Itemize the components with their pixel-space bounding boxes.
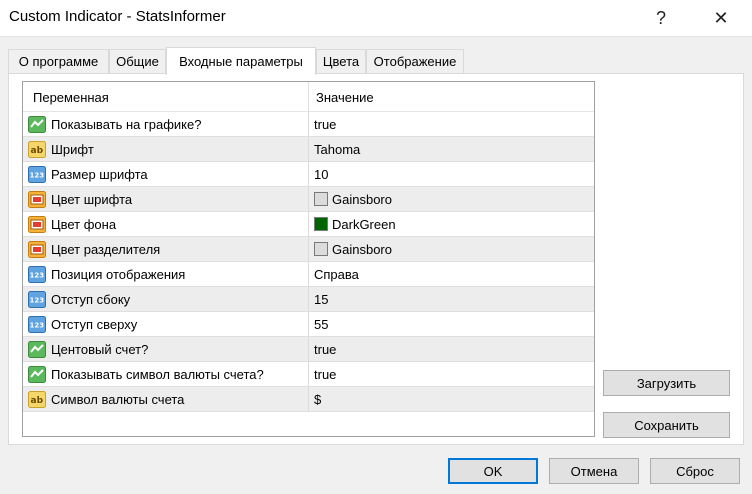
parameter-name: Размер шрифта (51, 167, 148, 182)
grid-row[interactable]: Цвет разделителя Gainsboro (23, 237, 594, 262)
parameter-value[interactable]: 55 (314, 317, 328, 332)
grid-row[interactable]: 123 Позиция отображения Справа (23, 262, 594, 287)
grid-row[interactable]: Показывать символ валюты счета? true (23, 362, 594, 387)
int-icon: 123 (28, 166, 46, 183)
close-button[interactable]: ✕ (698, 0, 744, 36)
tab-colors[interactable]: Цвета (316, 49, 366, 73)
parameter-name: Цвет шрифта (51, 192, 133, 207)
tab-common[interactable]: Общие (109, 49, 166, 73)
inputs-panel: Переменная Значение Показывать на график… (8, 73, 744, 445)
column-header-value[interactable]: Значение (316, 90, 374, 105)
string-icon: ab (28, 391, 46, 408)
grid-row[interactable]: Цвет фона DarkGreen (23, 212, 594, 237)
dialog-body: О программе Общие Входные параметры Цвет… (0, 36, 752, 494)
parameter-value[interactable]: true (314, 342, 336, 357)
parameters-grid: Переменная Значение Показывать на график… (22, 81, 595, 437)
column-header-variable[interactable]: Переменная (33, 90, 109, 105)
bool-icon (28, 116, 46, 133)
parameter-value[interactable]: true (314, 117, 336, 132)
tab-about[interactable]: О программе (8, 49, 109, 73)
parameter-name: Отступ сбоку (51, 292, 131, 307)
grid-row[interactable]: Цвет шрифта Gainsboro (23, 187, 594, 212)
help-button[interactable]: ? (638, 0, 684, 36)
color-swatch[interactable] (314, 242, 328, 256)
parameter-value[interactable]: Tahoma (314, 142, 360, 157)
bool-icon (28, 341, 46, 358)
svg-text:123: 123 (30, 272, 45, 280)
grid-row[interactable]: 123 Отступ сверху 55 (23, 312, 594, 337)
load-button[interactable]: Загрузить (603, 370, 730, 396)
tab-inputs[interactable]: Входные параметры (166, 47, 316, 75)
color-icon (28, 241, 46, 258)
parameter-name: Центовый счет? (51, 342, 149, 357)
parameter-name: Шрифт (51, 142, 94, 157)
window-title: Custom Indicator - StatsInformer (9, 8, 226, 25)
svg-text:123: 123 (30, 172, 45, 180)
parameter-value[interactable]: DarkGreen (332, 217, 396, 232)
grid-row[interactable]: 123 Размер шрифта 10 (23, 162, 594, 187)
parameter-value[interactable]: 10 (314, 167, 328, 182)
parameter-value[interactable]: Gainsboro (332, 192, 392, 207)
ok-button[interactable]: OK (448, 458, 538, 484)
parameter-name: Показывать на графике? (51, 117, 202, 132)
grid-row[interactable]: Показывать на графике? true (23, 112, 594, 137)
tab-visualization[interactable]: Отображение (366, 49, 464, 73)
string-icon: ab (28, 141, 46, 158)
svg-text:123: 123 (30, 297, 45, 305)
svg-text:ab: ab (31, 146, 44, 156)
grid-row[interactable]: ab Шрифт Tahoma (23, 137, 594, 162)
parameter-name: Показывать символ валюты счета? (51, 367, 264, 382)
reset-button[interactable]: Сброс (650, 458, 740, 484)
grid-row[interactable]: ab Символ валюты счета $ (23, 387, 594, 412)
bool-icon (28, 366, 46, 383)
parameter-value[interactable]: true (314, 367, 336, 382)
grid-row[interactable]: 123 Отступ сбоку 15 (23, 287, 594, 312)
parameter-name: Отступ сверху (51, 317, 138, 332)
int-icon: 123 (28, 291, 46, 308)
title-bar: Custom Indicator - StatsInformer ? ✕ (0, 0, 752, 36)
int-icon: 123 (28, 316, 46, 333)
cancel-button[interactable]: Отмена (549, 458, 639, 484)
parameter-value[interactable]: Gainsboro (332, 242, 392, 257)
color-swatch[interactable] (314, 217, 328, 231)
grid-row[interactable]: Центовый счет? true (23, 337, 594, 362)
parameter-value[interactable]: Справа (314, 267, 359, 282)
color-swatch[interactable] (314, 192, 328, 206)
color-icon (28, 191, 46, 208)
color-icon (28, 216, 46, 233)
parameter-name: Символ валюты счета (51, 392, 185, 407)
svg-text:ab: ab (31, 396, 44, 406)
grid-header: Переменная Значение (23, 82, 594, 112)
save-button[interactable]: Сохранить (603, 412, 730, 438)
parameter-name: Цвет фона (51, 217, 117, 232)
parameter-value[interactable]: 15 (314, 292, 328, 307)
parameter-name: Цвет разделителя (51, 242, 161, 257)
int-icon: 123 (28, 266, 46, 283)
parameter-value[interactable]: $ (314, 392, 321, 407)
parameter-name: Позиция отображения (51, 267, 186, 282)
svg-text:123: 123 (30, 322, 45, 330)
